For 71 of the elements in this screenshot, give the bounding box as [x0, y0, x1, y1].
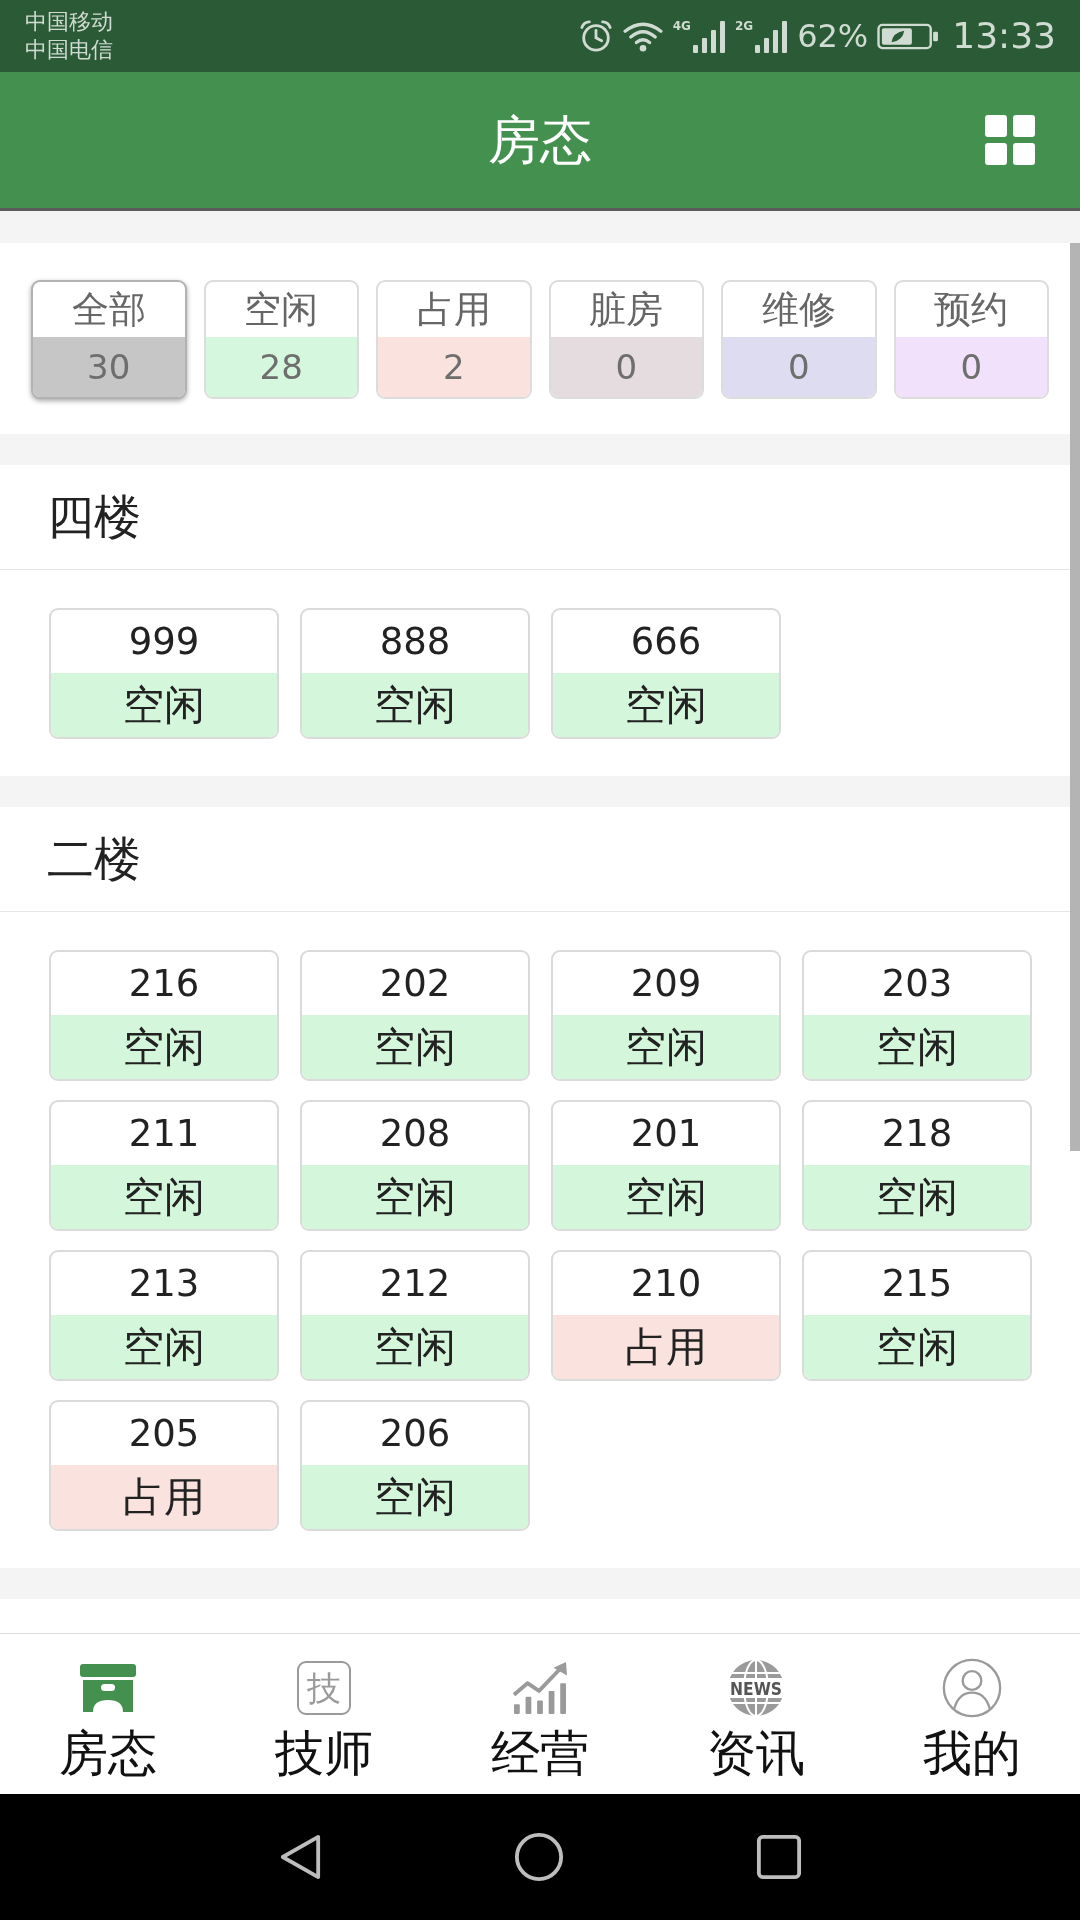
room-tile[interactable]: 201 空闲 [551, 1100, 781, 1231]
room-status: 占用 [553, 1315, 779, 1379]
nav-tab[interactable]: 房态 [0, 1634, 216, 1794]
room-tile[interactable]: 212 空闲 [300, 1250, 530, 1381]
home-icon[interactable] [514, 1832, 564, 1882]
room-status: 空闲 [302, 1015, 528, 1079]
nav-tab[interactable]: 我的 [864, 1634, 1080, 1794]
room-tile[interactable]: 209 空闲 [551, 950, 781, 1081]
rising-chart-icon [512, 1662, 568, 1714]
wifi-icon [621, 20, 664, 52]
battery-icon [877, 21, 940, 51]
room-status: 空闲 [553, 1015, 779, 1079]
room-tile[interactable]: 210 占用 [551, 1250, 781, 1381]
network-type-label: 4G [672, 19, 691, 33]
grid-icon[interactable] [985, 115, 1035, 165]
room-tile[interactable]: 202 空闲 [300, 950, 530, 1081]
room-status: 空闲 [302, 1465, 528, 1529]
signal-bars-icon [691, 19, 726, 53]
room-tile[interactable]: 203 空闲 [802, 950, 1032, 1081]
room-tile[interactable]: 211 空闲 [49, 1100, 279, 1231]
room-status: 空闲 [51, 1165, 277, 1229]
status-filter[interactable]: 占用 2 [376, 280, 532, 399]
room-status: 空闲 [553, 1165, 779, 1229]
room-tile[interactable]: 213 空闲 [49, 1250, 279, 1381]
back-icon[interactable] [278, 1833, 322, 1881]
room-status: 空闲 [804, 1165, 1030, 1229]
character-tile-icon: 技 [297, 1661, 351, 1715]
room-status: 空闲 [51, 1315, 277, 1379]
room-tile[interactable]: 205 占用 [49, 1400, 279, 1531]
carrier-name: 中国电信 [25, 36, 113, 64]
room-tile[interactable]: 216 空闲 [49, 950, 279, 1081]
room-status: 空闲 [302, 1165, 528, 1229]
clock-time: 13:33 [952, 14, 1056, 58]
status-filter[interactable]: 空闲 28 [203, 280, 359, 399]
battery-percent: 62% [797, 16, 869, 56]
status-count: 0 [895, 337, 1047, 397]
room-status: 空闲 [302, 1315, 528, 1379]
person-icon [942, 1658, 1002, 1718]
room-status: 空闲 [302, 673, 528, 737]
status-filter[interactable]: 维修 0 [721, 280, 877, 399]
room-tile[interactable]: 208 空闲 [300, 1100, 530, 1231]
room-tile[interactable]: 888 空闲 [300, 608, 530, 739]
network-type-label: 2G [734, 19, 754, 33]
room-status: 空闲 [553, 673, 779, 737]
nav-tab[interactable]: NEWS 资讯 [648, 1634, 864, 1794]
alarm-clock-icon [578, 19, 613, 53]
drawer-icon [78, 1663, 138, 1713]
status-count: 2 [378, 337, 530, 397]
room-tile[interactable]: 666 空闲 [551, 608, 781, 739]
room-status: 空闲 [804, 1015, 1030, 1079]
room-tile[interactable]: 999 空闲 [49, 608, 279, 739]
status-count: 28 [205, 337, 357, 397]
nav-tab[interactable]: 技 技师 [216, 1634, 432, 1794]
status-filter[interactable]: 脏房 0 [548, 280, 704, 399]
nav-tab[interactable]: 经营 [432, 1634, 648, 1794]
signal-bars-icon [754, 19, 789, 53]
room-tile[interactable]: 206 空闲 [300, 1400, 530, 1531]
page-title: 房态 [488, 109, 592, 172]
room-status: 空闲 [51, 673, 277, 737]
carrier-name: 中国移动 [25, 8, 113, 36]
room-tile[interactable]: 218 空闲 [802, 1100, 1032, 1231]
status-filter[interactable]: 全部 30 [31, 280, 187, 399]
status-filter[interactable]: 预约 0 [893, 280, 1049, 399]
room-tile[interactable]: 215 空闲 [802, 1250, 1032, 1381]
status-count: 0 [550, 337, 702, 397]
room-status: 占用 [51, 1465, 277, 1529]
room-status: 空闲 [51, 1015, 277, 1079]
status-count: 30 [33, 337, 185, 397]
recent-apps-icon[interactable] [756, 1834, 802, 1880]
status-count: 0 [723, 337, 875, 397]
room-status: 空闲 [804, 1315, 1030, 1379]
